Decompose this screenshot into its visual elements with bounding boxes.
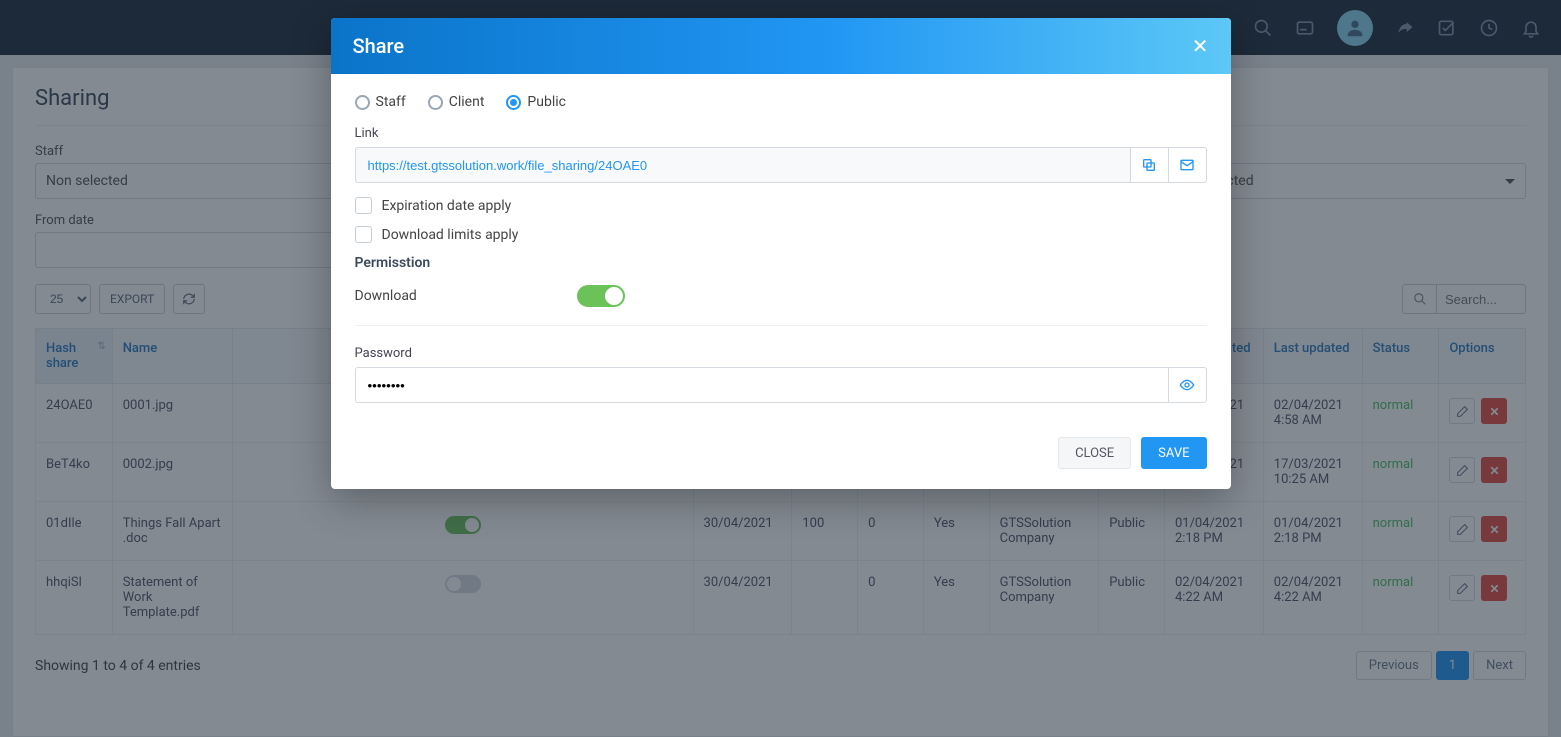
email-link-button[interactable] — [1169, 147, 1207, 183]
copy-link-button[interactable] — [1131, 147, 1169, 183]
password-label: Password — [355, 346, 1207, 361]
expiration-checkbox[interactable]: Expiration date apply — [355, 197, 1207, 214]
expiration-label: Expiration date apply — [382, 198, 512, 214]
radio-staff[interactable]: Staff — [355, 94, 406, 110]
permission-title: Permisstion — [355, 255, 1207, 271]
toggle-password-visibility[interactable] — [1169, 367, 1207, 403]
download-limits-checkbox[interactable]: Download limits apply — [355, 226, 1207, 243]
download-limits-label: Download limits apply — [382, 227, 519, 243]
permission-download-toggle[interactable] — [577, 285, 625, 307]
modal-title: Share — [353, 34, 405, 58]
radio-client-label: Client — [449, 94, 485, 110]
share-modal: Share ✕ Staff Client Public Link — [331, 18, 1231, 489]
close-button[interactable]: CLOSE — [1058, 437, 1131, 469]
link-label: Link — [355, 126, 1207, 141]
radio-staff-label: Staff — [376, 94, 406, 110]
radio-public-label: Public — [527, 94, 566, 110]
close-icon[interactable]: ✕ — [1192, 34, 1209, 58]
save-button[interactable]: SAVE — [1141, 437, 1206, 469]
modal-overlay: Share ✕ Staff Client Public Link — [0, 0, 1561, 737]
share-link-input[interactable] — [355, 147, 1131, 183]
permission-download-label: Download — [355, 288, 417, 304]
password-input[interactable] — [355, 367, 1169, 403]
radio-client[interactable]: Client — [428, 94, 485, 110]
radio-public[interactable]: Public — [506, 94, 566, 110]
share-type-radios: Staff Client Public — [355, 94, 1207, 110]
